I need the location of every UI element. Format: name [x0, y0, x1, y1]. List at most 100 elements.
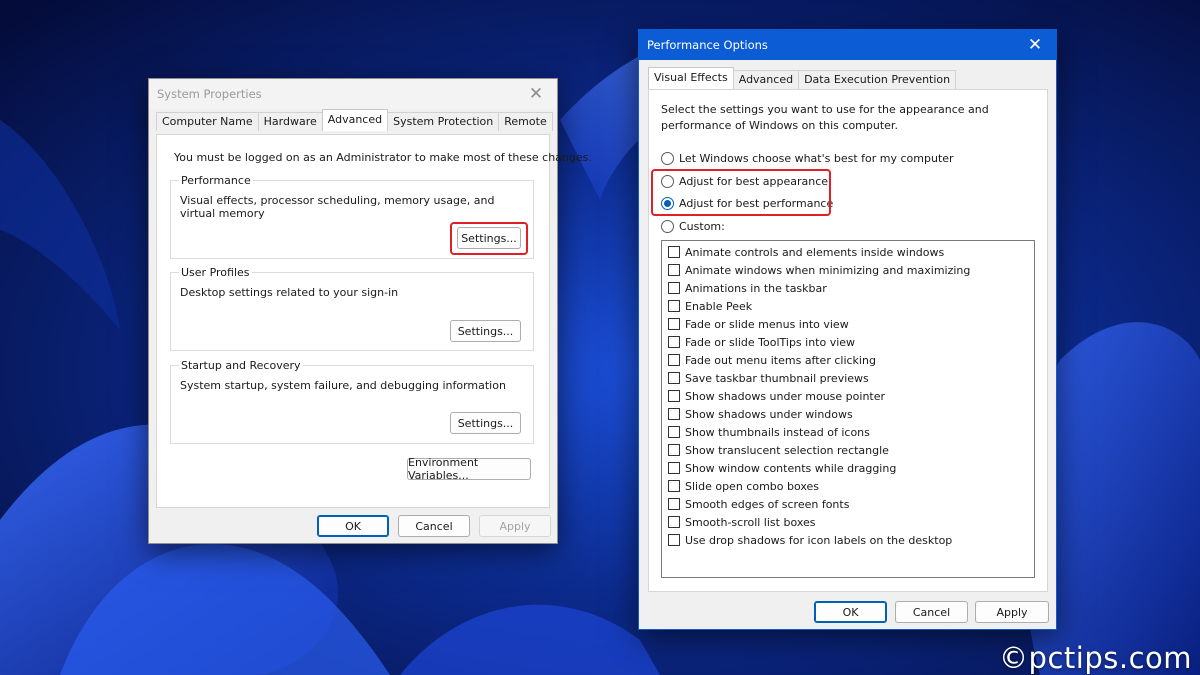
- performance-options-titlebar[interactable]: Performance Options ✕: [639, 30, 1056, 60]
- close-icon[interactable]: ✕: [523, 83, 549, 105]
- visual-effect-option[interactable]: Show thumbnails instead of icons: [662, 423, 1034, 441]
- visual-effect-option[interactable]: Fade or slide menus into view: [662, 315, 1034, 333]
- tab-data-execution-prevention[interactable]: Data Execution Prevention: [798, 70, 957, 89]
- startup-recovery-group-title: Startup and Recovery: [179, 359, 303, 372]
- performance-settings-button[interactable]: Settings...: [457, 227, 521, 249]
- checkbox-label: Fade or slide menus into view: [685, 317, 849, 331]
- checkbox-label: Smooth edges of screen fonts: [685, 497, 850, 511]
- visual-effect-option[interactable]: Smooth-scroll list boxes: [662, 513, 1034, 531]
- radio-custom[interactable]: Custom:: [661, 220, 725, 233]
- visual-effect-option[interactable]: Animate controls and elements inside win…: [662, 243, 1034, 261]
- visual-effects-panel: Select the settings you want to use for …: [648, 89, 1048, 592]
- visual-effect-option[interactable]: Animations in the taskbar: [662, 279, 1034, 297]
- radio-let-windows-choose[interactable]: Let Windows choose what's best for my co…: [661, 152, 954, 165]
- checkbox[interactable]: [668, 516, 680, 528]
- cancel-button[interactable]: Cancel: [895, 601, 968, 623]
- visual-effect-option[interactable]: Fade or slide ToolTips into view: [662, 333, 1034, 351]
- performance-options-tabs: Visual Effects Advanced Data Execution P…: [648, 67, 1056, 89]
- checkbox[interactable]: [668, 372, 680, 384]
- checkbox[interactable]: [668, 336, 680, 348]
- visual-effect-option[interactable]: Animate windows when minimizing and maxi…: [662, 261, 1034, 279]
- radio-label: Custom:: [679, 220, 725, 233]
- radio-best-performance[interactable]: Adjust for best performance: [661, 197, 833, 210]
- checkbox[interactable]: [668, 318, 680, 330]
- radio-label: Adjust for best performance: [679, 197, 834, 210]
- effects-list-items: Animate controls and elements inside win…: [662, 243, 1034, 549]
- visual-effect-option[interactable]: Fade out menu items after clicking: [662, 351, 1034, 369]
- checkbox[interactable]: [668, 300, 680, 312]
- system-properties-title: System Properties: [157, 87, 262, 101]
- checkbox[interactable]: [668, 426, 680, 438]
- apply-button[interactable]: Apply: [975, 601, 1049, 623]
- checkbox-label: Show shadows under windows: [685, 407, 853, 421]
- tab-system-protection[interactable]: System Protection: [387, 112, 500, 131]
- ok-button[interactable]: OK: [317, 515, 389, 537]
- checkbox-label: Enable Peek: [685, 299, 753, 313]
- checkbox-label: Show thumbnails instead of icons: [685, 425, 870, 439]
- startup-recovery-settings-button[interactable]: Settings...: [450, 412, 521, 434]
- checkbox[interactable]: [668, 354, 680, 366]
- radio-label: Let Windows choose what's best for my co…: [679, 152, 954, 165]
- tab-hardware[interactable]: Hardware: [257, 112, 323, 131]
- performance-options-window: Performance Options ✕ Visual Effects Adv…: [638, 29, 1057, 630]
- checkbox[interactable]: [668, 480, 680, 492]
- close-icon[interactable]: ✕: [1022, 34, 1048, 56]
- environment-variables-button[interactable]: Environment Variables...: [407, 456, 531, 482]
- intro-text: Select the settings you want to use for …: [661, 103, 989, 132]
- visual-effect-option[interactable]: Use drop shadows for icon labels on the …: [662, 531, 1034, 549]
- tab-computer-name[interactable]: Computer Name: [156, 112, 259, 131]
- visual-effect-option[interactable]: Show shadows under windows: [662, 405, 1034, 423]
- user-profiles-description: Desktop settings related to your sign-in: [180, 286, 399, 299]
- visual-effect-option[interactable]: Show window contents while dragging: [662, 459, 1034, 477]
- tab-remote[interactable]: Remote: [498, 112, 553, 131]
- watermark: ©pctips.com: [999, 641, 1192, 675]
- performance-options-title: Performance Options: [647, 38, 768, 52]
- user-profiles-settings-button[interactable]: Settings...: [450, 320, 521, 342]
- radio-best-appearance[interactable]: Adjust for best appearance: [661, 175, 828, 188]
- checkbox-label: Fade out menu items after clicking: [685, 353, 876, 367]
- user-profiles-group-title: User Profiles: [179, 266, 252, 279]
- checkbox-label: Animate windows when minimizing and maxi…: [685, 263, 971, 277]
- tab-advanced[interactable]: Advanced: [732, 70, 800, 89]
- visual-effect-option[interactable]: Save taskbar thumbnail previews: [662, 369, 1034, 387]
- checkbox[interactable]: [668, 264, 680, 276]
- checkbox-label: Show translucent selection rectangle: [685, 443, 889, 457]
- checkbox[interactable]: [668, 444, 680, 456]
- checkbox-label: Show window contents while dragging: [685, 461, 897, 475]
- visual-effects-list[interactable]: Animate controls and elements inside win…: [661, 240, 1035, 578]
- checkbox-label: Save taskbar thumbnail previews: [685, 371, 869, 385]
- checkbox[interactable]: [668, 390, 680, 402]
- checkbox-label: Animate controls and elements inside win…: [685, 245, 945, 259]
- radio-button[interactable]: [661, 175, 674, 188]
- system-properties-titlebar[interactable]: System Properties ✕: [149, 79, 557, 109]
- tab-visual-effects[interactable]: Visual Effects: [648, 67, 734, 89]
- checkbox-label: Show shadows under mouse pointer: [685, 389, 886, 403]
- performance-description: Visual effects, processor scheduling, me…: [180, 194, 495, 220]
- checkbox[interactable]: [668, 282, 680, 294]
- radio-button-selected[interactable]: [661, 197, 674, 210]
- visual-effect-option[interactable]: Slide open combo boxes: [662, 477, 1034, 495]
- tab-advanced[interactable]: Advanced: [321, 109, 389, 131]
- advanced-tab-panel: You must be logged on as an Administrato…: [156, 134, 592, 508]
- startup-recovery-description: System startup, system failure, and debu…: [180, 379, 506, 392]
- checkbox[interactable]: [668, 534, 680, 546]
- checkbox[interactable]: [668, 498, 680, 510]
- checkbox[interactable]: [668, 246, 680, 258]
- performance-group-title: Performance: [179, 174, 253, 187]
- visual-effect-option[interactable]: Smooth edges of screen fonts: [662, 495, 1034, 513]
- radio-button[interactable]: [661, 152, 674, 165]
- checkbox[interactable]: [668, 408, 680, 420]
- system-properties-tabs: Computer Name Hardware Advanced System P…: [156, 109, 557, 131]
- startup-recovery-group: Startup and Recovery System startup, sys…: [170, 359, 534, 444]
- visual-effect-option[interactable]: Show translucent selection rectangle: [662, 441, 1034, 459]
- visual-effect-option[interactable]: Show shadows under mouse pointer: [662, 387, 1034, 405]
- system-properties-window: System Properties ✕ Computer Name Hardwa…: [148, 78, 592, 544]
- ok-button[interactable]: OK: [814, 601, 887, 623]
- checkbox-label: Fade or slide ToolTips into view: [685, 335, 856, 349]
- apply-button[interactable]: Apply: [479, 515, 551, 537]
- checkbox[interactable]: [668, 462, 680, 474]
- visual-effect-option[interactable]: Enable Peek: [662, 297, 1034, 315]
- radio-label: Adjust for best appearance: [679, 175, 829, 188]
- cancel-button[interactable]: Cancel: [398, 515, 470, 537]
- radio-button[interactable]: [661, 220, 674, 233]
